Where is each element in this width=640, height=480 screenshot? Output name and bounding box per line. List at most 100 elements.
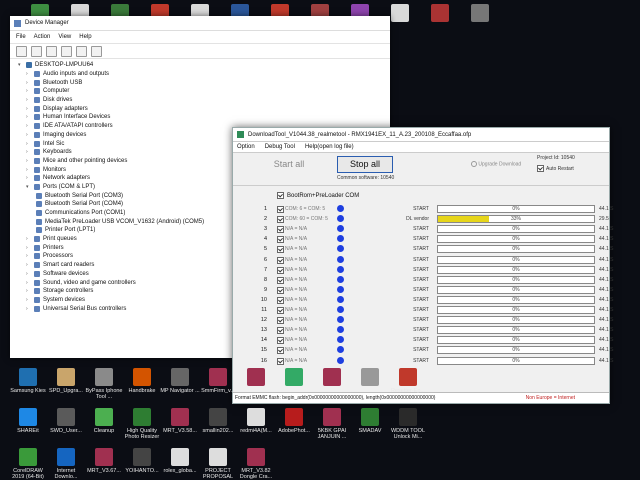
desktop-shortcut[interactable]: YOIHANTO... [122, 448, 162, 474]
expand-down-icon[interactable]: ▾ [26, 184, 31, 190]
expand-right-icon[interactable]: › [26, 80, 31, 86]
expand-right-icon[interactable]: › [26, 132, 31, 138]
port-checkbox[interactable] [277, 296, 284, 304]
port-checkbox[interactable] [277, 337, 284, 345]
expand-right-icon[interactable]: › [26, 141, 31, 147]
download-tool-titlebar[interactable]: DownloadTool_V1044.38_realmetool - RMX19… [233, 128, 609, 142]
port-checkbox[interactable] [277, 206, 284, 213]
port-checkbox[interactable] [277, 357, 284, 365]
tree-item[interactable]: › Computer [18, 87, 390, 96]
upgrade-download-option[interactable]: Upgrade Download [471, 161, 521, 167]
desktop-shortcut[interactable]: SHAREit [8, 408, 48, 434]
expand-right-icon[interactable]: › [26, 167, 31, 173]
back-icon[interactable] [16, 45, 27, 57]
port-checkbox[interactable] [277, 226, 284, 234]
monitor-icon[interactable] [91, 45, 102, 57]
port-checkbox[interactable] [277, 307, 284, 314]
port-checkbox[interactable] [277, 327, 284, 335]
desktop-shortcut[interactable]: SMADAV [350, 408, 390, 434]
desktop-shortcut[interactable]: 5KBK GPAI JANJUIN ... [312, 408, 352, 440]
menu-item[interactable]: Debug Tool [265, 144, 295, 150]
help-icon[interactable] [61, 45, 72, 57]
tree-item[interactable]: › Bluetooth USB [18, 78, 390, 87]
desktop-shortcut[interactable] [460, 4, 500, 24]
desktop-shortcut[interactable]: CorelDRAW 2019 (64-Bit) [8, 448, 48, 480]
desktop-shortcut[interactable] [312, 368, 352, 388]
tree-item[interactable]: › Human Interface Devices [18, 113, 390, 122]
desktop-shortcut[interactable]: PROJECT PROPOSAL [198, 448, 238, 480]
expand-right-icon[interactable]: › [26, 306, 31, 312]
menu-item[interactable]: File [16, 34, 26, 40]
bootrom-preloader-option[interactable]: BootRom+PreLoader COM [277, 192, 359, 199]
expand-right-icon[interactable]: › [26, 71, 31, 77]
menu-item[interactable]: View [58, 34, 71, 40]
expand-right-icon[interactable]: › [26, 158, 31, 164]
desktop-shortcut[interactable]: Samsung Kies [8, 368, 48, 394]
port-checkbox[interactable] [277, 347, 284, 355]
tree-item[interactable]: › Audio inputs and outputs [18, 70, 390, 79]
desktop-shortcut[interactable]: smallin202... [198, 408, 238, 434]
expand-right-icon[interactable]: › [26, 149, 31, 155]
desktop-shortcut[interactable]: Cleanup [84, 408, 124, 434]
desktop-shortcut[interactable] [274, 368, 314, 388]
desktop-shortcut[interactable]: SmmFirm_v... [198, 368, 238, 394]
desktop-shortcut[interactable]: MRT_V3.58... [160, 408, 200, 434]
expand-right-icon[interactable]: › [26, 297, 31, 303]
desktop-shortcut[interactable]: MRT_V3.82 Dongle Cra... [236, 448, 276, 480]
desktop-shortcut[interactable]: Handbrake [122, 368, 162, 394]
expand-down-icon[interactable]: ▾ [18, 62, 23, 68]
checkbox-icon[interactable] [537, 165, 544, 172]
port-checkbox[interactable] [277, 317, 284, 325]
desktop-shortcut[interactable]: MP Navigator ... [160, 368, 200, 394]
port-checkbox[interactable] [277, 216, 284, 224]
desktop-shortcut[interactable]: rolex_globa... [160, 448, 200, 474]
expand-right-icon[interactable]: › [26, 288, 31, 294]
expand-right-icon[interactable]: › [26, 280, 31, 286]
download-tool-window[interactable]: DownloadTool_V1044.38_realmetool - RMX19… [232, 127, 613, 404]
port-checkbox[interactable] [277, 286, 284, 294]
desktop-shortcut[interactable]: AdobePhot... [274, 408, 314, 434]
menu-item[interactable]: Help [79, 34, 91, 40]
expand-right-icon[interactable]: › [26, 236, 31, 242]
expand-right-icon[interactable]: › [26, 271, 31, 277]
properties-icon[interactable] [46, 45, 57, 57]
desktop-shortcut[interactable]: redmi4A(M... [236, 408, 276, 434]
desktop-shortcut[interactable]: Resetter-Ep... [388, 368, 428, 394]
forward-icon[interactable] [31, 45, 42, 57]
desktop-shortcut[interactable]: MRT_V3.67... [84, 448, 124, 474]
port-checkbox[interactable] [277, 256, 284, 264]
port-checkbox[interactable] [277, 266, 284, 274]
port-checkbox[interactable] [277, 276, 284, 284]
port-checkbox[interactable] [277, 236, 284, 244]
expand-right-icon[interactable]: › [26, 88, 31, 94]
desktop-shortcut[interactable]: SPD_Upgra... [46, 368, 86, 394]
desktop-shortcut[interactable] [420, 4, 460, 24]
desktop-shortcut[interactable] [236, 368, 276, 388]
device-manager-titlebar[interactable]: Device Manager [10, 16, 390, 31]
expand-right-icon[interactable]: › [26, 106, 31, 112]
menu-item[interactable]: Help(open log file) [305, 144, 354, 150]
expand-right-icon[interactable]: › [26, 245, 31, 251]
expand-right-icon[interactable]: › [26, 123, 31, 129]
expand-right-icon[interactable]: › [26, 114, 31, 120]
tree-root[interactable]: ▾ DESKTOP-LMPUU64 [18, 61, 390, 70]
expand-right-icon[interactable]: › [26, 262, 31, 268]
stop-all-button[interactable]: Stop all [337, 156, 393, 173]
menu-item[interactable]: Action [34, 34, 51, 40]
scan-hardware-icon[interactable] [76, 45, 87, 57]
desktop-shortcut[interactable]: Internet Downlo... [46, 448, 86, 480]
desktop-shortcut[interactable]: WDDM TOOL Unlock Mi... [388, 408, 428, 440]
tree-item[interactable]: › Display adapters [18, 104, 390, 113]
expand-right-icon[interactable]: › [26, 97, 31, 103]
menu-item[interactable]: Option [237, 144, 255, 150]
auto-restart-checkbox[interactable]: Auto Restart [537, 165, 574, 172]
desktop-shortcut[interactable] [350, 368, 390, 388]
desktop-shortcut[interactable]: SWD_User... [46, 408, 86, 434]
checkbox-icon[interactable] [277, 192, 284, 199]
port-checkbox[interactable] [277, 246, 284, 254]
radio-icon[interactable] [471, 161, 477, 167]
tree-item[interactable]: › Disk drives [18, 96, 390, 105]
expand-right-icon[interactable]: › [26, 253, 31, 259]
desktop-shortcut[interactable]: ByPass Iphone Tool ... [84, 368, 124, 400]
desktop-shortcut[interactable]: High Quality Photo Resizer [122, 408, 162, 440]
